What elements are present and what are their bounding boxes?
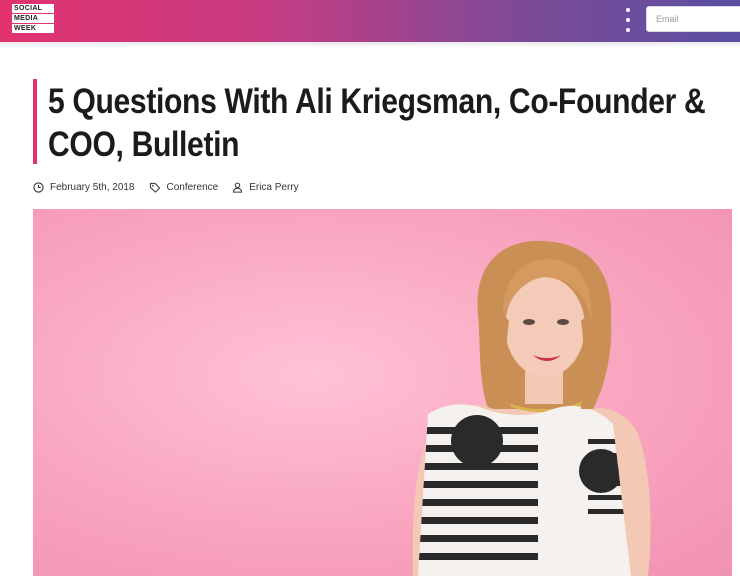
portrait-illustration	[412, 240, 651, 576]
meta-category: Conference	[149, 182, 219, 193]
article-title-line-2: COO, Bulletin	[48, 125, 240, 164]
logo-line-social: SOCIAL	[12, 4, 54, 13]
clock-icon	[33, 181, 44, 193]
category-link[interactable]: Conference	[167, 182, 219, 193]
title-accent-bar	[33, 79, 37, 164]
article-title-line-1: 5 Questions With Ali Kriegsman, Co-Found…	[48, 82, 706, 121]
site-logo[interactable]: SOCIAL MEDIA WEEK	[12, 4, 54, 34]
kebab-menu-icon[interactable]	[624, 8, 632, 32]
author-link[interactable]: Erica Perry	[249, 182, 298, 193]
meta-author: Erica Perry	[232, 182, 299, 193]
tag-icon	[149, 182, 160, 193]
header-shadow	[0, 42, 740, 48]
article-meta: February 5th, 2018 Conference Erica Perr…	[33, 179, 313, 195]
email-input[interactable]	[646, 6, 740, 32]
meta-date: February 5th, 2018	[33, 182, 135, 193]
logo-line-week: WEEK	[12, 24, 54, 33]
article-title: 5 Questions With Ali Kriegsman, Co-Found…	[48, 80, 706, 166]
post-date: February 5th, 2018	[50, 181, 135, 193]
hero-image	[33, 209, 732, 576]
logo-line-media: MEDIA	[12, 14, 54, 23]
user-icon	[233, 182, 243, 193]
site-header: SOCIAL MEDIA WEEK	[0, 0, 740, 42]
